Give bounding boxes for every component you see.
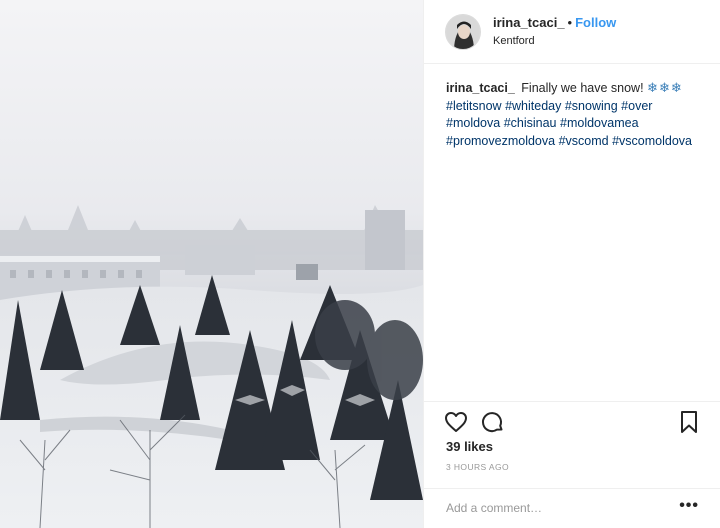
- comment-bar: •••: [424, 488, 720, 528]
- post-caption: irina_tcaci_ Finally we have snow! ❄❄❄ #…: [446, 79, 714, 150]
- comment-icon[interactable]: [481, 410, 505, 434]
- hashtag-link[interactable]: #chisinau: [504, 116, 557, 130]
- hashtag-link[interactable]: #whiteday: [505, 99, 561, 113]
- post-header: irina_tcaci_ • Follow Kentford: [424, 0, 720, 64]
- hashtag-link[interactable]: #moldovamea: [560, 116, 639, 130]
- bookmark-icon[interactable]: [677, 410, 701, 434]
- heart-icon[interactable]: [444, 410, 468, 434]
- post-timestamp[interactable]: 3 HOURS AGO: [446, 462, 509, 472]
- hashtag-link[interactable]: #vscomoldova: [612, 134, 692, 148]
- hashtag-link[interactable]: #vscomd: [559, 134, 609, 148]
- comment-input[interactable]: [446, 501, 676, 515]
- hashtag-link[interactable]: #letitsnow: [446, 99, 502, 113]
- caption-text: Finally we have snow!: [521, 81, 644, 95]
- post-image[interactable]: [0, 0, 423, 528]
- hashtag-link[interactable]: #moldova: [446, 116, 500, 130]
- post-actions: 39 likes 3 HOURS AGO •••: [424, 401, 720, 527]
- snowflake-emoji: ❄❄❄: [647, 80, 683, 95]
- username-link[interactable]: irina_tcaci_: [493, 15, 565, 30]
- more-options-icon[interactable]: •••: [679, 497, 699, 515]
- avatar-image: [446, 14, 480, 49]
- follow-button[interactable]: Follow: [575, 15, 616, 30]
- likes-count[interactable]: 39 likes: [446, 439, 493, 454]
- separator-dot: •: [567, 14, 573, 30]
- caption-username[interactable]: irina_tcaci_: [446, 81, 515, 95]
- hashtag-link[interactable]: #promovezmoldova: [446, 134, 555, 148]
- location-link[interactable]: Kentford: [493, 33, 616, 49]
- hashtag-link[interactable]: #over: [621, 99, 652, 113]
- post-sidebar: irina_tcaci_ • Follow Kentford irina_tcaci…: [423, 0, 720, 528]
- avatar[interactable]: [445, 13, 481, 50]
- hashtag-link[interactable]: #snowing: [565, 99, 618, 113]
- snow-landscape-image: [0, 0, 423, 528]
